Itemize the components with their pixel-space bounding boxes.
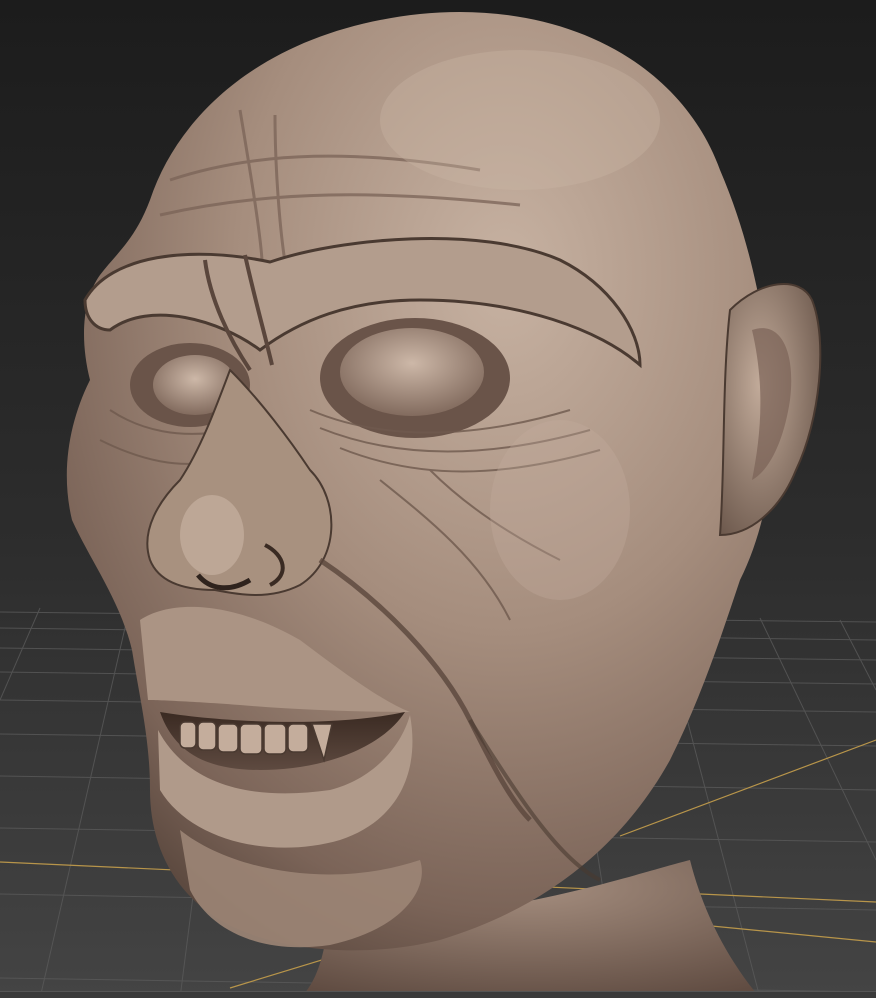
3d-viewport[interactable] (0, 0, 876, 998)
tooth (197, 721, 217, 751)
cranium-highlight (380, 50, 660, 190)
nose-tip (180, 495, 244, 575)
tooth (287, 723, 309, 753)
tooth (263, 723, 287, 755)
tooth (179, 721, 197, 749)
viewport-scene[interactable] (0, 0, 876, 998)
tooth (239, 723, 263, 755)
viewport-bottom-border (0, 991, 876, 998)
right-eye (340, 328, 484, 416)
cheek-highlight (490, 420, 630, 600)
tooth (217, 723, 239, 753)
